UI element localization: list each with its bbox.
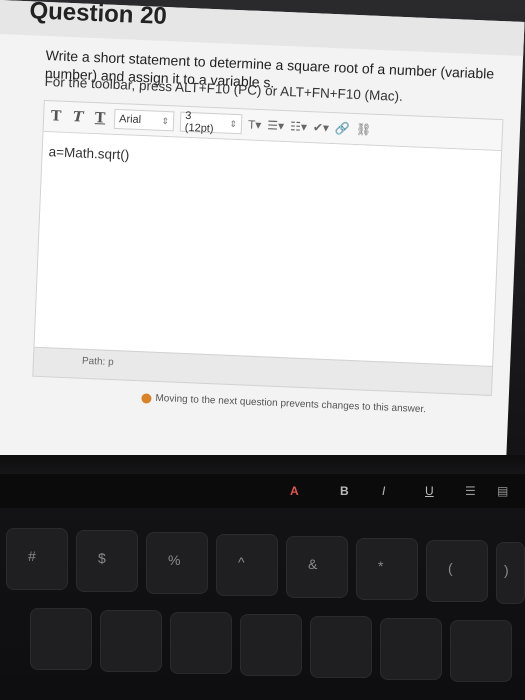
key-0[interactable]: ): [496, 542, 525, 604]
touchbar-align-icon[interactable]: ☰: [465, 484, 476, 498]
warning-icon: [141, 392, 152, 404]
key-e[interactable]: [30, 608, 92, 670]
screen: Question 20 Write a short statement to d…: [0, 0, 525, 482]
touch-bar: A B I U ☰ ▤: [0, 474, 525, 508]
touchbar-underline-glyph[interactable]: U: [425, 484, 434, 498]
key-4[interactable]: $: [76, 530, 138, 592]
bold-button[interactable]: T: [48, 108, 65, 125]
keyboard: # $ % ^ & * ( ): [0, 520, 525, 700]
key-i[interactable]: [380, 618, 442, 680]
bullet-list-icon[interactable]: ☰▾: [267, 118, 284, 133]
question-number: Question 20: [29, 0, 168, 30]
editor-content: a=Math.sqrt(): [48, 144, 130, 163]
key-3[interactable]: #: [6, 528, 68, 590]
key-t[interactable]: [170, 612, 232, 674]
chevron-updown-icon: ⇕: [229, 118, 238, 129]
link-icon[interactable]: 🔗: [335, 121, 351, 136]
key-9[interactable]: (: [426, 540, 488, 602]
photo: Question 20 Write a short statement to d…: [0, 0, 525, 700]
font-size-value: 3 (12pt): [184, 109, 214, 136]
touchbar-italic-glyph[interactable]: I: [382, 484, 385, 498]
answer-editor[interactable]: a=Math.sqrt(): [33, 131, 503, 366]
key-5[interactable]: %: [146, 532, 208, 594]
warning-message: Moving to the next question prevents cha…: [141, 392, 426, 415]
key-o[interactable]: [450, 620, 512, 682]
path-text: Path: p: [81, 355, 114, 369]
warning-text: Moving to the next question prevents cha…: [155, 392, 427, 416]
touchbar-bold-glyph[interactable]: B: [340, 484, 349, 498]
font-size-select[interactable]: 3 (12pt) ⇕: [179, 109, 243, 136]
text-color-icon[interactable]: T▾: [248, 118, 262, 133]
spellcheck-icon[interactable]: ✔▾: [313, 120, 330, 135]
chevron-updown-icon: ⇕: [161, 115, 170, 126]
numbered-list-icon[interactable]: ☷▾: [290, 119, 307, 134]
key-u[interactable]: [310, 616, 372, 678]
touchbar-text-color-glyph[interactable]: A: [290, 484, 299, 498]
key-r[interactable]: [100, 610, 162, 672]
key-y[interactable]: [240, 614, 302, 676]
font-family-value: Arial: [118, 113, 142, 127]
key-8[interactable]: *: [356, 538, 418, 600]
unlink-icon[interactable]: ⛓: [356, 122, 372, 137]
font-family-select[interactable]: Arial ⇕: [113, 108, 175, 132]
key-6[interactable]: ^: [216, 534, 278, 596]
key-7[interactable]: &: [286, 536, 348, 598]
italic-button[interactable]: T: [70, 109, 87, 126]
underline-button[interactable]: T: [92, 110, 109, 127]
touchbar-list-icon[interactable]: ▤: [497, 484, 508, 498]
